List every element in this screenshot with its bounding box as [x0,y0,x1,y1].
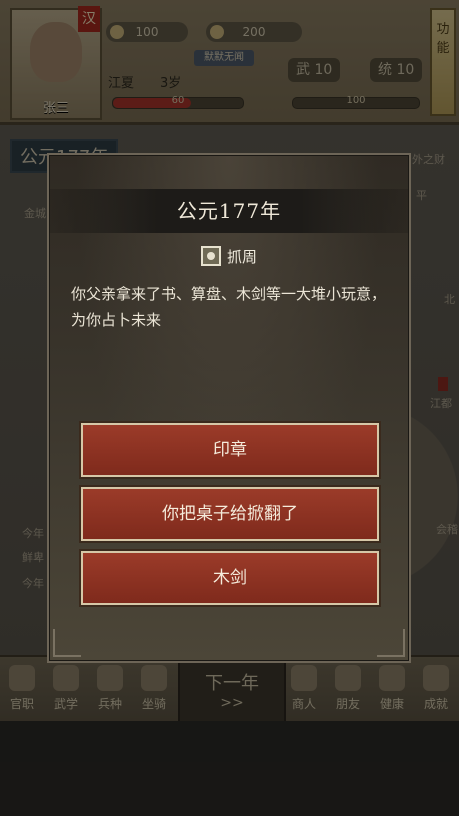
event-dialog: 公元177年 抓周 你父亲拿来了书、算盘、木剑等一大堆小玩意，为你占卜未来 印章… [47,153,411,663]
choice-button-wooden-sword[interactable]: 木剑 [81,551,379,605]
zhuazhou-event-icon [200,246,221,266]
choice-button-flip-table[interactable]: 你把桌子给掀翻了 [81,487,379,541]
choice-button-seal[interactable]: 印章 [81,423,379,477]
corner-ornament [377,629,405,657]
event-description: 你父亲拿来了书、算盘、木剑等一大堆小玩意，为你占卜未来 [71,285,387,329]
event-header: 抓周 [49,243,409,269]
corner-ornament [53,629,81,657]
dialog-title: 公元177年 [49,189,409,233]
event-name: 抓周 [226,247,257,266]
